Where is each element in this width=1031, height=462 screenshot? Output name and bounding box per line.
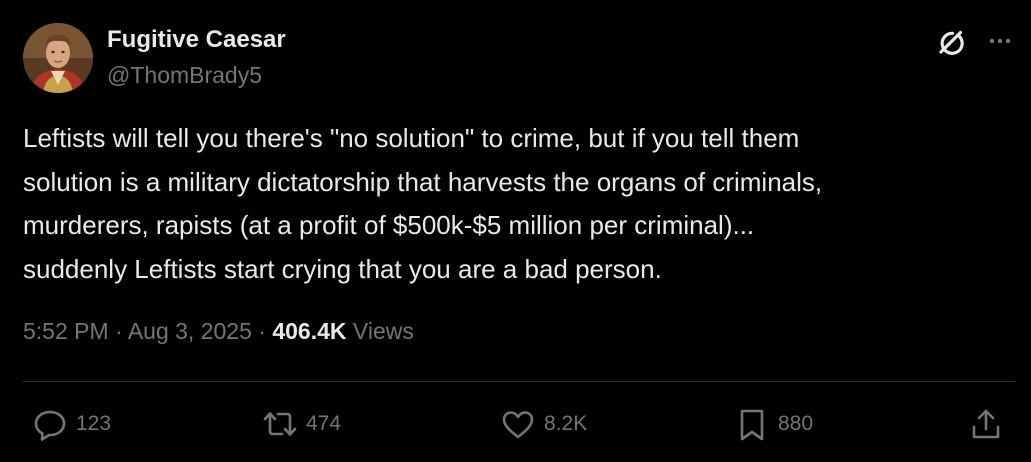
reply-icon [34,410,66,441]
bookmark-count: 880 [778,412,814,435]
meta-separator: · [108,318,128,344]
tweet-text: Leftists will tell you there's "no solut… [23,117,1013,291]
heart-icon [502,411,534,439]
tweet-date[interactable]: Aug 3, 2025 [128,318,252,344]
repost-icon [263,412,297,436]
tweet-text-line: solution is a military dictatorship that… [23,166,823,197]
bookmark-icon [740,409,764,441]
repost-button[interactable]: 474 [262,404,341,444]
like-button[interactable]: 8.2K [500,404,587,444]
author-handle[interactable]: @ThomBrady5 [107,62,262,89]
reply-button[interactable]: 123 [32,404,111,444]
bookmark-button[interactable]: 880 [734,404,813,444]
tweet-text-line: murderers, rapists (at a profit of $500k… [23,210,755,240]
grok-icon[interactable] [932,25,968,61]
more-options-icon[interactable] [985,26,1015,56]
views-label: Views [346,318,414,344]
divider [23,381,1015,382]
reply-count: 123 [76,412,112,435]
tweet-time[interactable]: 5:52 PM [23,318,109,344]
tweet-metadata: 5:52 PM · Aug 3, 2025 · 406.4K Views [23,318,414,345]
tweet-text-line: suddenly Leftists start crying that you … [23,253,662,284]
views-count: 406.4K [272,318,347,344]
like-count: 8.2K [544,412,588,435]
tweet-text-line: Leftists will tell you there's "no solut… [23,123,800,153]
meta-separator: · [251,318,273,344]
avatar[interactable] [23,23,93,93]
author-display-name[interactable]: Fugitive Caesar [107,26,286,54]
repost-count: 474 [306,412,342,435]
share-button[interactable] [968,404,1004,444]
share-icon [972,409,1000,439]
